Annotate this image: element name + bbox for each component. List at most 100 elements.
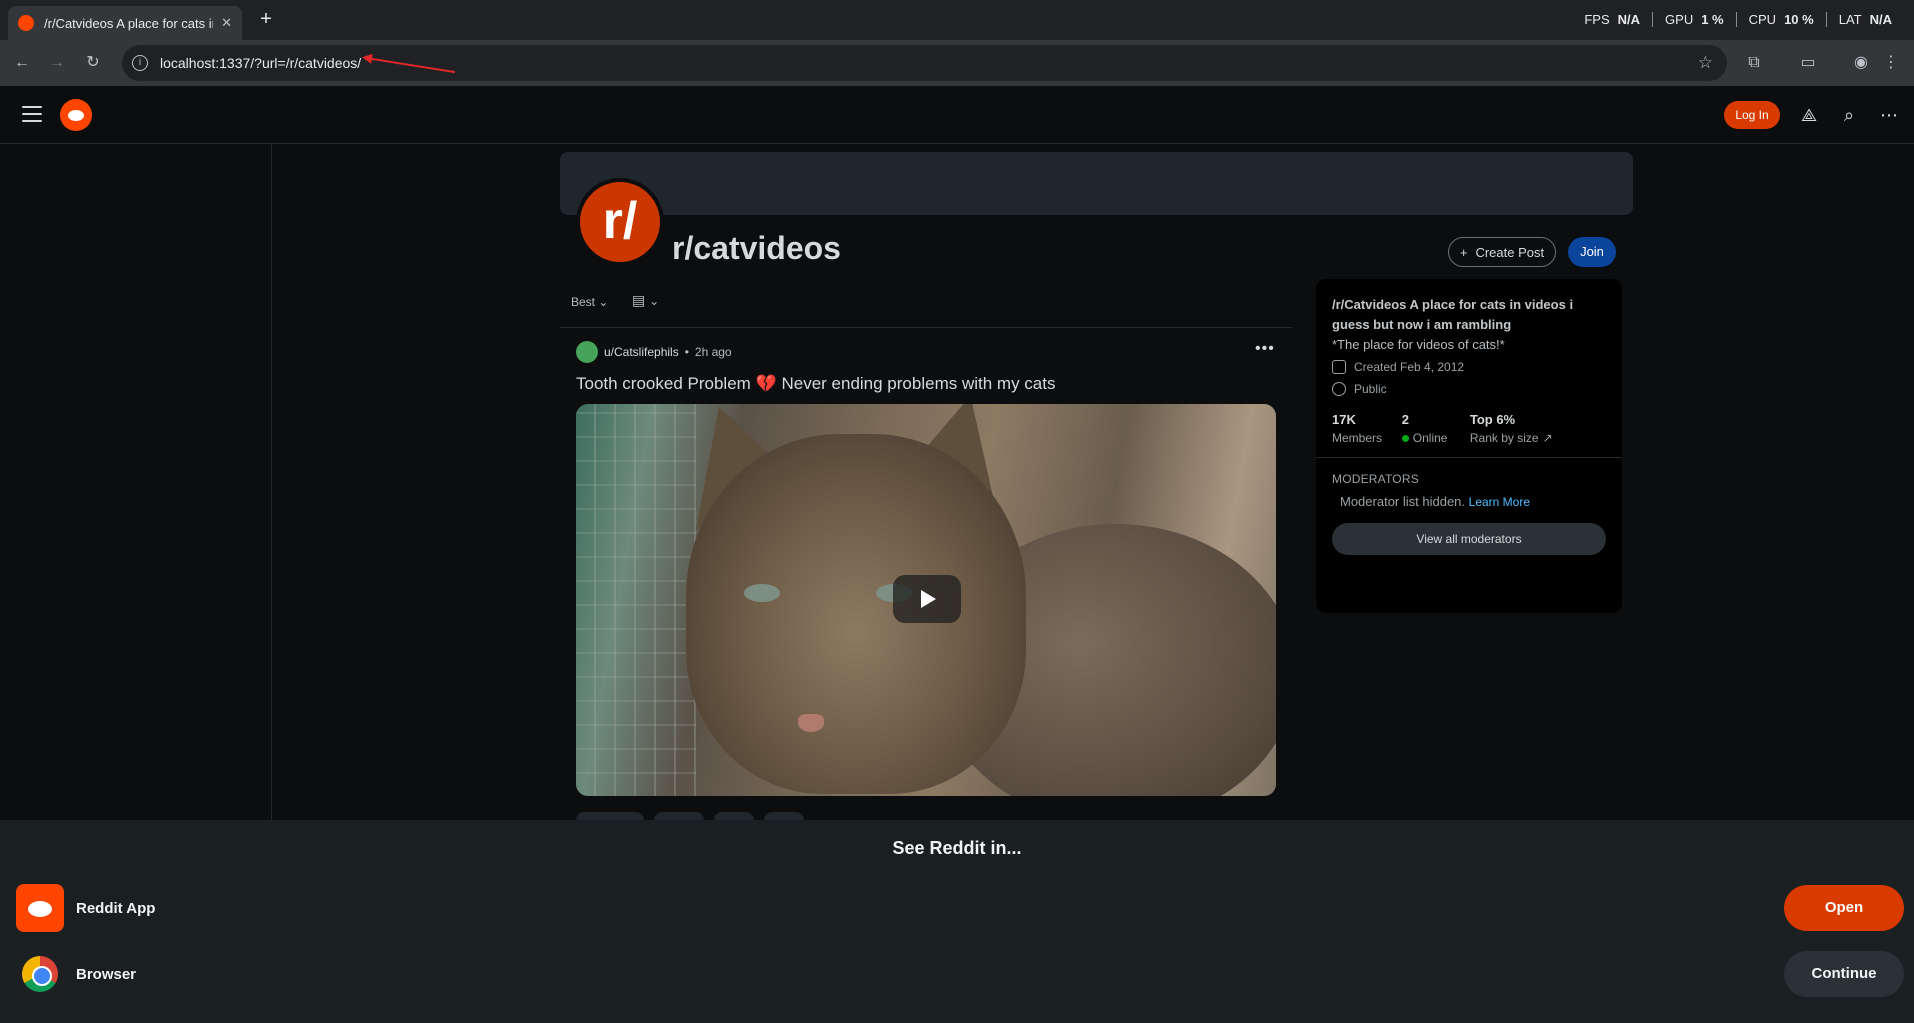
advertise-icon[interactable]: ⟁ bbox=[1797, 103, 1821, 127]
reddit-app-label: Reddit App bbox=[76, 899, 156, 917]
post-time: 2h ago bbox=[694, 345, 732, 359]
sort-label: Best bbox=[571, 295, 596, 309]
browser-menu-icon[interactable]: ⋮ bbox=[1880, 52, 1902, 74]
new-tab-button[interactable]: + bbox=[254, 8, 278, 32]
perf-cpu: CPU 10 % bbox=[1737, 12, 1827, 27]
reddit-favicon-icon bbox=[18, 15, 34, 31]
stat-rank[interactable]: Top 6% Rank by size ↗ bbox=[1470, 412, 1606, 445]
search-icon[interactable]: ⌕ bbox=[1837, 103, 1861, 127]
forward-arrow-icon[interactable]: → bbox=[46, 52, 68, 74]
stat-label: Online bbox=[1401, 431, 1470, 445]
post-action-bar bbox=[576, 812, 804, 820]
cat-head bbox=[686, 434, 1026, 794]
layout-icon: ▤ bbox=[632, 292, 646, 308]
perf-gpu: GPU 1 % bbox=[1653, 12, 1737, 27]
continue-browser-button[interactable]: Continue bbox=[1784, 951, 1904, 997]
profile-icon[interactable]: ◉ bbox=[1850, 52, 1872, 74]
browser-tab-bar: /r/Catvideos A place for cats in ✕ + FPS… bbox=[0, 0, 1914, 40]
visibility-row: Public bbox=[1332, 382, 1606, 396]
plus-icon: + bbox=[1459, 244, 1468, 260]
community-avatar: r/ bbox=[576, 178, 664, 266]
perf-fps: FPS N/A bbox=[1572, 12, 1654, 27]
address-url[interactable]: localhost:1337/?url=/r/catvideos/ bbox=[160, 55, 361, 71]
share-pill[interactable] bbox=[764, 812, 804, 820]
cake-icon bbox=[1332, 360, 1346, 374]
external-link-icon: ↗ bbox=[1542, 431, 1553, 445]
post-author[interactable]: u/Catslifephils bbox=[604, 345, 679, 359]
sidebar-title: /r/Catvideos A place for cats in videos … bbox=[1332, 297, 1574, 332]
meta-separator: • bbox=[684, 345, 689, 359]
author-avatar[interactable] bbox=[576, 341, 598, 363]
browser-label: Browser bbox=[76, 965, 137, 983]
online-dot-icon bbox=[1401, 434, 1409, 442]
stat-value: 17K bbox=[1332, 412, 1356, 427]
stat-members: 17K Members bbox=[1332, 412, 1402, 445]
post-title[interactable]: Tooth crooked Problem 💔 Never ending pro… bbox=[576, 374, 1055, 394]
comment-pill[interactable] bbox=[654, 812, 704, 820]
sidebar-divider bbox=[1316, 457, 1622, 458]
stat-label: Members bbox=[1332, 431, 1383, 445]
created-row: Created Feb 4, 2012 bbox=[1332, 360, 1606, 374]
chrome-icon bbox=[16, 950, 64, 998]
view-toggle[interactable]: ▤ ⌄ bbox=[632, 292, 659, 309]
sort-dropdown[interactable]: Best ⌄ bbox=[571, 295, 608, 309]
play-icon[interactable] bbox=[893, 575, 961, 623]
hamburger-menu-icon[interactable] bbox=[22, 106, 42, 127]
close-tab-icon[interactable]: ✕ bbox=[221, 15, 232, 31]
left-nav-divider bbox=[271, 144, 272, 820]
feed-divider bbox=[560, 327, 1292, 328]
browser-toolbar: ← → ↻ i localhost:1337/?url=/r/catvideos… bbox=[0, 40, 1914, 86]
tab-search-icon[interactable]: ▭ bbox=[1797, 52, 1819, 74]
performance-overlay: FPS N/A GPU 1 % CPU 10 % LAT N/A bbox=[1572, 12, 1892, 27]
cat-eye-left bbox=[744, 584, 780, 602]
moderators-hidden-label: Moderator list hidden. bbox=[1340, 494, 1466, 509]
join-button[interactable]: Join bbox=[1568, 237, 1616, 267]
create-post-label: Create Post bbox=[1475, 244, 1545, 260]
annotation-arrow-head bbox=[361, 52, 373, 64]
award-pill[interactable] bbox=[714, 812, 754, 820]
create-post-button[interactable]: + Create Post bbox=[1448, 237, 1556, 267]
browser-option[interactable]: Browser bbox=[16, 950, 136, 998]
tab-title: /r/Catvideos A place for cats in bbox=[44, 15, 214, 31]
moderators-heading: MODERATORS bbox=[1332, 472, 1419, 486]
perf-lat: LAT N/A bbox=[1838, 12, 1892, 27]
learn-more-link[interactable]: Learn More bbox=[1469, 495, 1530, 509]
chevron-down-icon: ⌄ bbox=[598, 295, 609, 309]
reddit-app-icon bbox=[16, 884, 64, 932]
community-sidebar: /r/Catvideos A place for cats in videos … bbox=[1316, 279, 1622, 613]
back-arrow-icon[interactable]: ← bbox=[11, 52, 33, 74]
moderators-text: Moderator list hidden. Learn More bbox=[1340, 494, 1606, 509]
reddit-app-option[interactable]: Reddit App bbox=[16, 884, 155, 932]
sidebar-description: *The place for videos of cats!* bbox=[1332, 337, 1505, 352]
open-app-button[interactable]: Open bbox=[1784, 885, 1904, 931]
reddit-header: Log In ⟁ ⌕ ⋯ bbox=[0, 86, 1914, 144]
community-banner bbox=[560, 152, 1633, 215]
extensions-icon[interactable]: ⧉ bbox=[1743, 52, 1765, 74]
chevron-down-icon: ⌄ bbox=[649, 294, 660, 308]
visibility-label: Public bbox=[1354, 382, 1387, 396]
more-options-icon[interactable]: ⋯ bbox=[1877, 103, 1901, 127]
community-name: r/catvideos bbox=[672, 230, 841, 266]
reload-icon[interactable]: ↻ bbox=[82, 52, 104, 74]
bookmark-star-icon[interactable]: ☆ bbox=[1698, 53, 1713, 73]
post-title-text-2: Never ending problems with my cats bbox=[781, 374, 1056, 393]
browser-tab[interactable]: /r/Catvideos A place for cats in ✕ bbox=[8, 6, 242, 40]
reddit-logo[interactable] bbox=[60, 99, 92, 131]
post-title-text: Tooth crooked Problem bbox=[576, 374, 751, 393]
address-bar[interactable]: i localhost:1337/?url=/r/catvideos/ ☆ bbox=[122, 45, 1727, 81]
post-video[interactable] bbox=[576, 404, 1276, 796]
globe-icon bbox=[1332, 382, 1346, 396]
vote-pill[interactable] bbox=[576, 812, 644, 820]
broken-heart-emoji: 💔 bbox=[755, 374, 777, 393]
view-all-moderators-button[interactable]: View all moderators bbox=[1332, 523, 1606, 555]
created-date: Created Feb 4, 2012 bbox=[1354, 360, 1465, 374]
login-button[interactable]: Log In bbox=[1724, 101, 1780, 129]
stat-value: Top 6% bbox=[1469, 412, 1516, 427]
sheet-title: See Reddit in... bbox=[892, 838, 1022, 858]
stat-label: Rank by size ↗ bbox=[1469, 431, 1553, 445]
stat-value: 2 bbox=[1401, 412, 1410, 427]
post-options-icon[interactable]: ••• bbox=[1255, 340, 1275, 358]
stat-online: 2 Online bbox=[1401, 412, 1470, 445]
site-info-icon[interactable]: i bbox=[132, 55, 148, 71]
community-stats: 17K Members 2 Online Top 6% Rank by size… bbox=[1332, 412, 1606, 445]
